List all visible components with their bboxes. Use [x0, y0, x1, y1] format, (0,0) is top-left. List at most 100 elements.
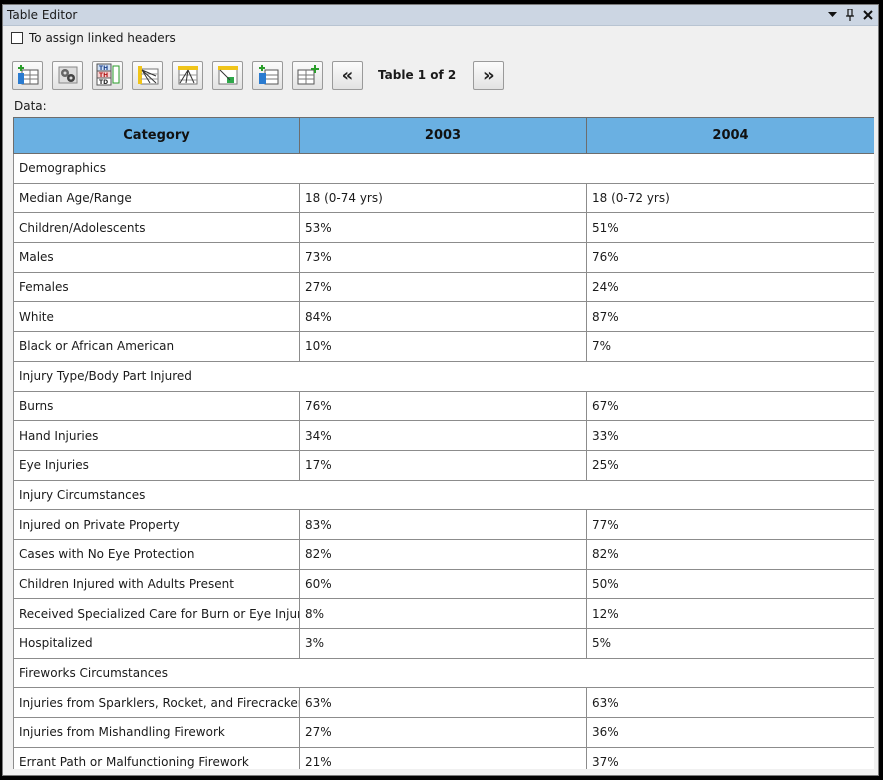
- value-2004-cell[interactable]: 77%: [586, 509, 874, 540]
- value-2003-cell[interactable]: 8%: [299, 598, 587, 629]
- section-title-cell[interactable]: Injury Type/Body Part Injured: [13, 360, 874, 392]
- category-cell[interactable]: Injuries from Mishandling Firework: [13, 717, 300, 748]
- category-cell[interactable]: Burns: [13, 390, 300, 422]
- value-2004-cell[interactable]: 51%: [586, 212, 874, 244]
- next-table-button[interactable]: »: [473, 60, 505, 90]
- value-2004-cell[interactable]: 7%: [586, 331, 874, 362]
- section-row: Demographics: [13, 153, 874, 184]
- title-bar-controls: [826, 8, 874, 22]
- table-row: Burns 76% 67%: [13, 390, 874, 422]
- table-row: Errant Path or Malfunctioning Firework 21…: [13, 746, 874, 769]
- value-2003-cell[interactable]: 17%: [299, 449, 587, 481]
- insert-column-icon: [258, 65, 278, 85]
- table-row: Injured on Private Property 83% 77%: [13, 509, 874, 540]
- value-2004-cell[interactable]: 36%: [586, 717, 874, 748]
- value-2004-cell[interactable]: 76%: [586, 242, 874, 273]
- previous-table-button[interactable]: «: [332, 60, 363, 90]
- svg-text:TD: TD: [99, 79, 108, 86]
- value-2003-cell[interactable]: 76%: [299, 390, 587, 422]
- value-2004-cell[interactable]: 12%: [586, 598, 874, 629]
- table-row: Black or African American 10% 7%: [13, 331, 874, 362]
- insert-column-button[interactable]: [252, 60, 283, 90]
- value-2003-cell[interactable]: 21%: [299, 746, 587, 769]
- category-cell[interactable]: Injuries from Sparklers, Rocket, and Fir…: [13, 687, 300, 719]
- link-settings-icon: [58, 66, 77, 84]
- value-2003-cell[interactable]: 18 (0-74 yrs): [299, 182, 587, 214]
- value-2004-cell[interactable]: 67%: [586, 390, 874, 422]
- header-types-icon: TH TH TD: [96, 63, 119, 86]
- column-header-category[interactable]: Category: [13, 117, 300, 154]
- value-2004-cell[interactable]: 24%: [586, 271, 874, 303]
- category-cell[interactable]: Hospitalized: [13, 628, 300, 659]
- window-title: Table Editor: [7, 8, 78, 22]
- column-header-2003[interactable]: 2003: [299, 117, 587, 154]
- value-2003-cell[interactable]: 3%: [299, 628, 587, 659]
- value-2004-cell[interactable]: 82%: [586, 538, 874, 570]
- table-row: Median Age/Range 18 (0-74 yrs) 18 (0-72 yr…: [13, 182, 874, 214]
- assign-headers-icon: [137, 66, 158, 85]
- value-2003-cell[interactable]: 34%: [299, 420, 587, 451]
- value-2004-cell[interactable]: 37%: [586, 746, 874, 769]
- category-cell[interactable]: White: [13, 301, 300, 333]
- category-cell[interactable]: Males: [13, 242, 300, 273]
- category-cell[interactable]: Errant Path or Malfunctioning Firework: [13, 746, 300, 769]
- value-2004-cell[interactable]: 87%: [586, 301, 874, 333]
- category-cell[interactable]: Hand Injuries: [13, 420, 300, 451]
- section-title-cell[interactable]: Injury Circumstances: [13, 479, 874, 511]
- assign-linked-headers-label: To assign linked headers: [29, 31, 176, 45]
- data-grid: Category 2003 2004 Demographics Median Ag…: [13, 117, 874, 769]
- table-row: Injuries from Mishandling Firework 27% 36%: [13, 717, 874, 748]
- value-2003-cell[interactable]: 10%: [299, 331, 587, 362]
- header-lines-icon: [177, 66, 198, 85]
- value-2003-cell[interactable]: 73%: [299, 242, 587, 273]
- section-row: Fireworks Circumstances: [13, 657, 874, 689]
- value-2003-cell[interactable]: 27%: [299, 717, 587, 748]
- value-2003-cell[interactable]: 63%: [299, 687, 587, 719]
- value-2003-cell[interactable]: 27%: [299, 271, 587, 303]
- category-cell[interactable]: Children Injured with Adults Present: [13, 568, 300, 600]
- category-cell[interactable]: Females: [13, 271, 300, 303]
- header-lines-button[interactable]: [172, 60, 203, 90]
- add-table-button[interactable]: [292, 60, 323, 90]
- category-cell[interactable]: Injured on Private Property: [13, 509, 300, 540]
- value-2003-cell[interactable]: 60%: [299, 568, 587, 600]
- table-row: Hand Injuries 34% 33%: [13, 420, 874, 451]
- table-row: Males 73% 76%: [13, 242, 874, 273]
- value-2004-cell[interactable]: 63%: [586, 687, 874, 719]
- dropdown-arrow-icon[interactable]: [826, 8, 838, 22]
- close-icon[interactable]: [862, 8, 874, 22]
- table-indicator: Table 1 of 2: [378, 68, 457, 82]
- insert-row-button[interactable]: [12, 60, 43, 90]
- category-cell[interactable]: Children/Adolescents: [13, 212, 300, 244]
- table-row: Eye Injuries 17% 25%: [13, 449, 874, 481]
- value-2003-cell[interactable]: 53%: [299, 212, 587, 244]
- table-row: Received Specialized Care for Burn or Ey…: [13, 598, 874, 629]
- pin-icon[interactable]: [844, 8, 856, 22]
- value-2004-cell[interactable]: 18 (0-72 yrs): [586, 182, 874, 214]
- category-cell[interactable]: Median Age/Range: [13, 182, 300, 214]
- section-title-cell[interactable]: Fireworks Circumstances: [13, 657, 874, 689]
- value-2004-cell[interactable]: 33%: [586, 420, 874, 451]
- section-row: Injury Circumstances: [13, 479, 874, 511]
- assign-linked-headers-option[interactable]: To assign linked headers: [11, 31, 176, 45]
- table-row: White 84% 87%: [13, 301, 874, 333]
- value-2003-cell[interactable]: 82%: [299, 538, 587, 570]
- category-cell[interactable]: Eye Injuries: [13, 449, 300, 481]
- assign-linked-headers-checkbox[interactable]: [11, 32, 23, 44]
- value-2004-cell[interactable]: 50%: [586, 568, 874, 600]
- value-2003-cell[interactable]: 84%: [299, 301, 587, 333]
- table-row: Children/Adolescents 53% 51%: [13, 212, 874, 244]
- link-settings-button[interactable]: [52, 60, 83, 90]
- column-header-2004[interactable]: 2004: [586, 117, 874, 154]
- category-cell[interactable]: Black or African American: [13, 331, 300, 362]
- value-2004-cell[interactable]: 25%: [586, 449, 874, 481]
- value-2003-cell[interactable]: 83%: [299, 509, 587, 540]
- header-types-button[interactable]: TH TH TD: [92, 60, 123, 90]
- value-2004-cell[interactable]: 5%: [586, 628, 874, 659]
- data-table: Category 2003 2004 Demographics Median Ag…: [13, 117, 874, 769]
- section-title-cell[interactable]: Demographics: [13, 153, 874, 184]
- assign-headers-button[interactable]: [132, 60, 163, 90]
- category-cell[interactable]: Received Specialized Care for Burn or Ey…: [13, 598, 300, 629]
- category-cell[interactable]: Cases with No Eye Protection: [13, 538, 300, 570]
- mark-cell-button[interactable]: [212, 60, 243, 90]
